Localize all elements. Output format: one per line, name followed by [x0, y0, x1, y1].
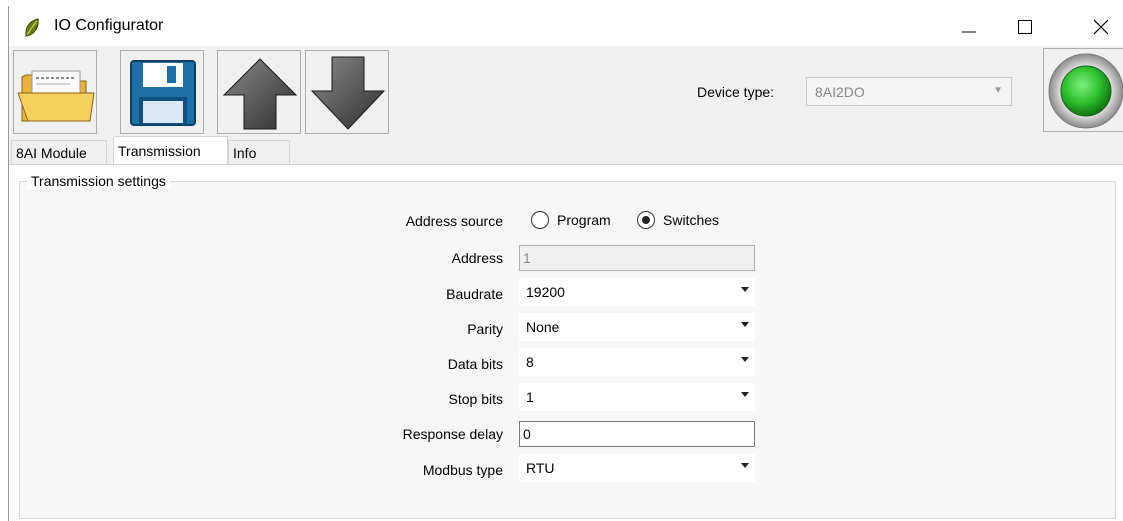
title-bar: IO Configurator [9, 6, 1123, 46]
tab-label: Transmission [118, 143, 201, 159]
tab-label: 8AI Module [16, 145, 87, 161]
io-configurator-window: IO Configurator Device type: 8AI2DO ▼ 8A… [8, 6, 1123, 521]
radio-program-circle [531, 211, 549, 229]
tab-label: Info [233, 145, 257, 161]
baudrate-select[interactable]: 19200 [519, 278, 755, 306]
parity-label: Parity [467, 321, 503, 337]
parity-value: None [526, 319, 560, 335]
response-delay-value: 0 [523, 426, 531, 442]
baudrate-label: Baudrate [446, 286, 503, 302]
modbus-type-label: Modbus type [422, 462, 503, 478]
data-bits-value: 8 [526, 354, 534, 370]
data-bits-label: Data bits [447, 356, 503, 372]
baudrate-value: 19200 [526, 284, 565, 300]
tab-transmission[interactable]: Transmission [113, 136, 228, 166]
stop-bits-value: 1 [526, 389, 534, 405]
radio-switches-circle [637, 211, 655, 229]
response-delay-label: Response delay [402, 426, 503, 442]
chevron-down-icon [741, 463, 749, 468]
group-title: Transmission settings [27, 173, 170, 189]
download-button[interactable] [305, 50, 389, 134]
chevron-down-icon [741, 287, 749, 292]
chevron-down-icon [741, 322, 749, 327]
address-label: Address [451, 250, 503, 266]
toolbar: Device type: 8AI2DO ▼ [9, 46, 1123, 138]
radio-selected-dot [642, 216, 650, 224]
radio-switches-label: Switches [663, 212, 720, 228]
chevron-down-icon: ▼ [993, 85, 1003, 96]
chevron-down-icon [741, 357, 749, 362]
address-value: 1 [523, 250, 531, 266]
upload-button[interactable] [217, 50, 301, 134]
minimize-button[interactable] [949, 14, 989, 40]
device-type-value: 8AI2DO [815, 84, 865, 100]
tab-info[interactable]: Info [228, 140, 290, 164]
chevron-down-icon [741, 392, 749, 397]
tab-8ai-module[interactable]: 8AI Module [11, 140, 107, 164]
close-button[interactable] [1081, 14, 1121, 40]
window-title: IO Configurator [54, 17, 164, 34]
open-button[interactable] [13, 50, 97, 134]
stop-bits-select[interactable]: 1 [519, 383, 755, 411]
radio-program-label: Program [557, 212, 611, 228]
parity-select[interactable]: None [519, 313, 755, 341]
device-type-select[interactable]: 8AI2DO ▼ [806, 77, 1012, 106]
data-bits-select[interactable]: 8 [519, 348, 755, 376]
response-delay-field[interactable]: 0 [519, 421, 755, 447]
modbus-type-select[interactable]: RTU [519, 454, 755, 482]
save-button[interactable] [120, 50, 204, 134]
device-type-label: Device type: [697, 84, 775, 100]
green-status-light-icon [1044, 53, 1123, 136]
address-field[interactable]: 1 [519, 245, 755, 271]
connection-status-button[interactable] [1043, 48, 1123, 132]
tab-strip: 8AI Module Transmission Info [9, 136, 1123, 166]
stop-bits-label: Stop bits [448, 391, 503, 407]
address-source-label: Address source [405, 213, 503, 229]
modbus-type-value: RTU [526, 460, 555, 476]
leaf-app-icon [23, 18, 41, 37]
maximize-button[interactable] [1005, 14, 1045, 40]
